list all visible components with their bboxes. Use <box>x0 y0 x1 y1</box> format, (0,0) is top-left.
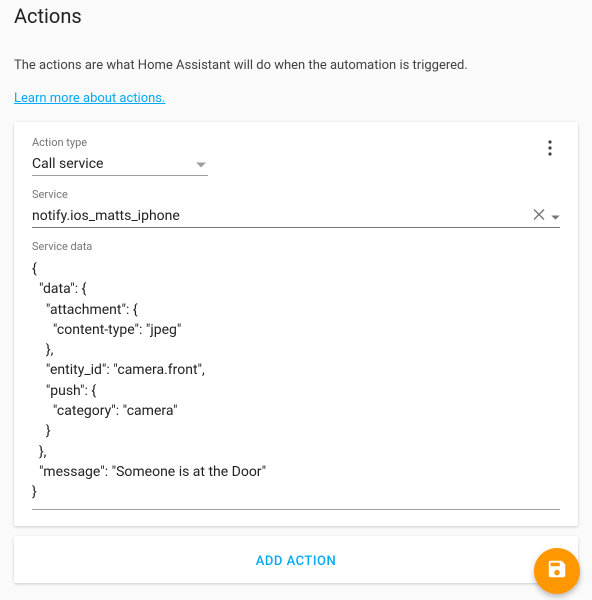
page-title: Actions <box>14 4 578 28</box>
service-field: Service notify.ios_matts_iphone <box>32 188 560 228</box>
add-action-label: ADD ACTION <box>256 554 336 569</box>
add-action-button[interactable]: ADD ACTION <box>14 536 578 583</box>
service-value: notify.ios_matts_iphone <box>32 208 180 224</box>
action-type-value: Call service <box>32 156 103 172</box>
more-vert-icon[interactable] <box>538 136 562 160</box>
service-data-label: Service data <box>32 240 560 253</box>
save-fab[interactable] <box>534 548 580 594</box>
service-combobox[interactable]: notify.ios_matts_iphone <box>32 203 560 228</box>
service-data-textarea[interactable]: { "data": { "attachment": { "content-typ… <box>32 259 560 510</box>
service-label: Service <box>32 188 560 201</box>
actions-description: The actions are what Home Assistant will… <box>14 58 578 73</box>
service-data-field: Service data { "data": { "attachment": {… <box>32 240 560 510</box>
action-card: Action type Call service Service notify.… <box>14 122 578 526</box>
action-type-select[interactable]: Call service <box>32 151 208 176</box>
save-icon <box>546 558 568 584</box>
learn-more-link[interactable]: Learn more about actions. <box>14 91 165 106</box>
clear-icon[interactable] <box>533 206 545 225</box>
dropdown-icon[interactable] <box>551 206 560 225</box>
action-type-label: Action type <box>32 136 208 149</box>
action-type-field: Action type Call service <box>32 136 208 176</box>
chevron-down-icon <box>196 154 206 173</box>
